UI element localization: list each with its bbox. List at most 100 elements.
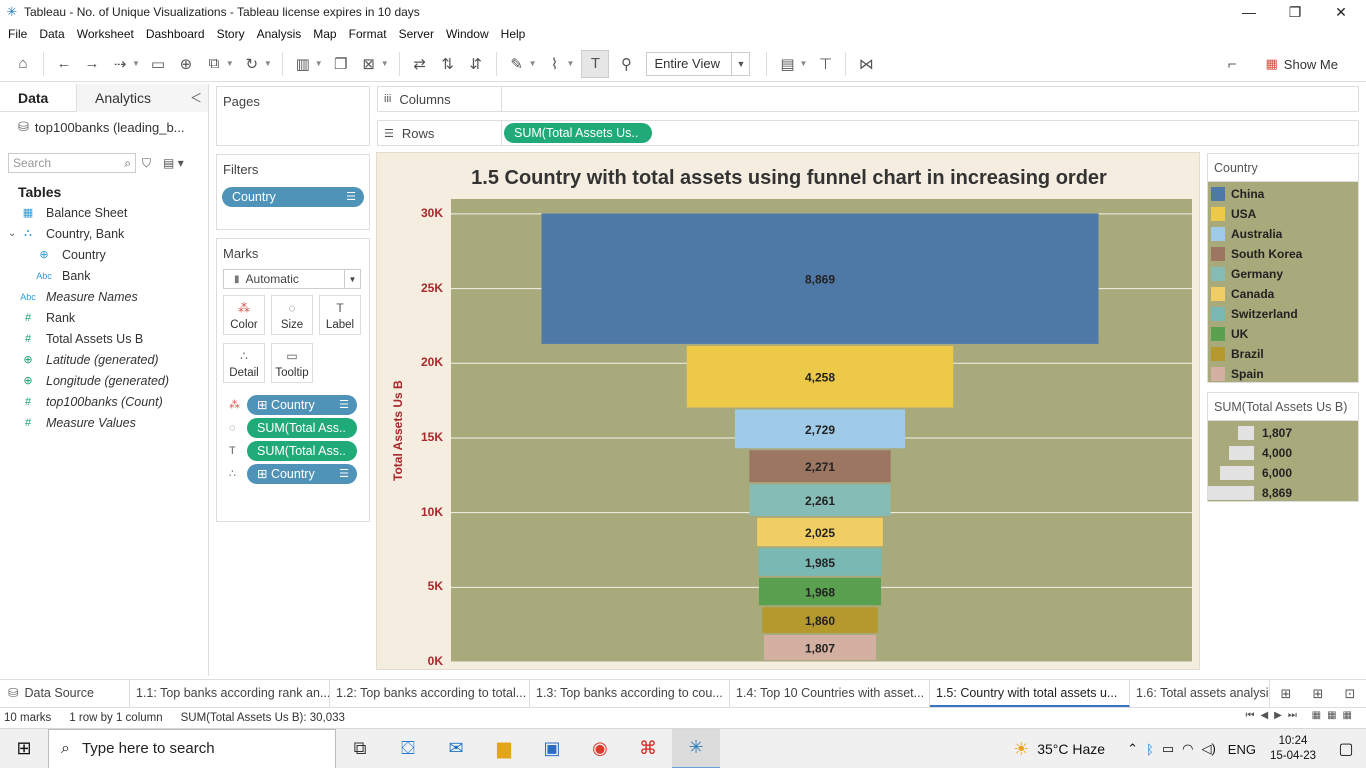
rows-shelf[interactable]: ☰ Rows SUM(Total Assets Us.. xyxy=(377,120,1359,146)
sheet-tab[interactable]: 1.2: Top banks according to total... xyxy=(330,680,530,707)
menu-story[interactable]: Story xyxy=(213,27,253,41)
duplicate-sheet-icon[interactable]: ❐ xyxy=(330,50,352,78)
label-button[interactable]: T Label xyxy=(319,295,361,335)
share-icon[interactable]: ⋈ xyxy=(855,50,877,78)
chevron-down-icon[interactable]: ▼ xyxy=(264,59,272,68)
chevron-down-icon[interactable]: ▼ xyxy=(132,59,140,68)
search-input[interactable]: Search ⌕ xyxy=(8,153,136,173)
chevron-down-icon[interactable]: ▼ xyxy=(567,59,575,68)
acrobat-icon[interactable]: ⌘ xyxy=(624,729,672,768)
save-icon[interactable]: ▭ xyxy=(147,50,169,78)
taskbar-search-input[interactable]: ⌕ Type here to search xyxy=(48,728,336,768)
field-item[interactable]: # Measure Values xyxy=(0,412,208,433)
menu-window[interactable]: Window xyxy=(442,27,497,41)
pause-updates-icon[interactable]: ⧉ xyxy=(203,50,225,78)
tab-data-source[interactable]: ⛁ Data Source xyxy=(0,680,130,707)
chevron-up-icon[interactable]: ⌃ xyxy=(1127,741,1138,757)
show-cards-icon[interactable]: ▤ xyxy=(776,50,798,78)
clock[interactable]: 10:24 15-04-23 xyxy=(1270,734,1316,764)
new-dashboard-icon[interactable]: ⊞ xyxy=(1302,686,1334,702)
menu-file[interactable]: File xyxy=(4,27,35,41)
sheet-tab[interactable]: 1.3: Top banks according to cou... xyxy=(530,680,730,707)
photoshop-icon[interactable]: ▣ xyxy=(528,729,576,768)
fix-axes-icon[interactable]: ⚲ xyxy=(615,50,637,78)
legend-item[interactable]: Germany xyxy=(1208,264,1358,284)
legend-item[interactable]: Canada xyxy=(1208,284,1358,304)
group-icon[interactable]: ⌇ xyxy=(544,50,566,78)
tab-data[interactable]: Data xyxy=(0,84,77,112)
field-item[interactable]: # Total Assets Us B xyxy=(0,328,208,349)
mail-icon[interactable]: ✉ xyxy=(432,729,480,768)
chevron-down-icon[interactable]: ▼ xyxy=(731,52,749,75)
sheet-navigation-icon[interactable]: ⏮◀▶⏭ ▦▦▦ xyxy=(1245,710,1358,721)
store-icon[interactable]: ⛋ xyxy=(384,729,432,768)
tab-analytics[interactable]: Analytics xyxy=(77,84,208,112)
task-view-icon[interactable]: ⧉ xyxy=(336,729,384,768)
show-labels-icon[interactable]: T xyxy=(581,49,610,78)
tableau-icon[interactable]: ✳ xyxy=(672,728,720,768)
minimize-button[interactable]: — xyxy=(1226,0,1272,24)
refresh-icon[interactable]: ↻ xyxy=(241,50,263,78)
funnel-chart[interactable]: 1,807 1,860 1,968 1,985 2,025 2,261 2,271 2,729… xyxy=(451,199,1192,662)
file-explorer-icon[interactable]: ▆ xyxy=(480,729,528,768)
sheet-tab[interactable]: 1.4: Top 10 Countries with asset... xyxy=(730,680,930,707)
menu-data[interactable]: Data xyxy=(35,27,72,41)
field-item[interactable]: ⊕ Latitude (generated) xyxy=(0,349,208,370)
bluetooth-icon[interactable]: ᛒ xyxy=(1146,742,1154,757)
color-button[interactable]: ⁂ Color xyxy=(223,295,265,335)
sort-ascending-icon[interactable]: ⇅ xyxy=(437,50,459,78)
home-icon[interactable]: ⌂ xyxy=(12,50,34,78)
weather-widget[interactable]: ☀ 35°C Haze xyxy=(1013,739,1105,760)
swap-axes-icon[interactable]: ⇄ xyxy=(409,50,431,78)
menu-analysis[interactable]: Analysis xyxy=(253,27,310,41)
menu-worksheet[interactable]: Worksheet xyxy=(73,27,142,41)
field-item[interactable]: # top100banks (Count) xyxy=(0,391,208,412)
size-button[interactable]: ◌ Size xyxy=(271,295,313,335)
detail-button[interactable]: ∴ Detail xyxy=(223,343,265,383)
new-story-icon[interactable]: ⊡ xyxy=(1334,686,1366,702)
sheet-tab[interactable]: 1.1: Top banks according rank an... xyxy=(130,680,330,707)
chevron-down-icon[interactable]: ▼ xyxy=(344,270,360,288)
legend-item[interactable]: China xyxy=(1208,184,1358,204)
maximize-button[interactable]: ❐ xyxy=(1272,0,1318,24)
battery-icon[interactable]: ▭ xyxy=(1162,741,1174,757)
sheet-tab[interactable]: 1.5: Country with total assets u... xyxy=(930,680,1130,707)
marks-pill[interactable]: ⊞ Country ☰ xyxy=(247,463,357,484)
field-item[interactable]: Abc Bank xyxy=(0,265,208,286)
field-item[interactable]: ▦ Balance Sheet xyxy=(0,202,208,223)
legend-item[interactable]: South Korea xyxy=(1208,244,1358,264)
highlight-icon[interactable]: ✎ xyxy=(506,50,528,78)
legend-item[interactable]: Switzerland xyxy=(1208,304,1358,324)
language-indicator[interactable]: ENG xyxy=(1228,742,1256,757)
fit-select[interactable]: Entire View ▼ xyxy=(646,51,751,76)
marks-pill[interactable]: SUM(Total Ass.. xyxy=(247,417,357,438)
redo-icon[interactable]: → xyxy=(81,50,103,78)
field-item[interactable]: ⌄ ⛬ Country, Bank xyxy=(0,223,208,244)
close-button[interactable]: ✕ xyxy=(1318,0,1364,24)
chrome-icon[interactable]: ◉ xyxy=(576,729,624,768)
collapse-pane-icon[interactable]: ＜ xyxy=(190,84,202,112)
filter-pill-country[interactable]: Country ☰ xyxy=(222,187,364,207)
field-item[interactable]: Abc Measure Names xyxy=(0,286,208,307)
new-worksheet-icon[interactable]: ▥ xyxy=(292,50,314,78)
view-options-icon[interactable]: ▤ ▾ xyxy=(163,156,184,170)
datasource-item[interactable]: ⛁ top100banks (leading_b... xyxy=(0,114,208,140)
clear-sheet-icon[interactable]: ⊠ xyxy=(358,50,380,78)
columns-shelf[interactable]: iii Columns xyxy=(377,86,1359,112)
chevron-down-icon[interactable]: ▼ xyxy=(381,59,389,68)
menu-map[interactable]: Map xyxy=(309,27,344,41)
wifi-icon[interactable]: ◠ xyxy=(1182,741,1193,757)
plot-area[interactable]: 1,807 1,860 1,968 1,985 2,025 2,261 2,271 2,729… xyxy=(451,199,1192,662)
legend-item[interactable]: UK xyxy=(1208,324,1358,344)
marks-pill[interactable]: ⊞ Country ☰ xyxy=(247,394,357,415)
marks-pill[interactable]: SUM(Total Ass.. xyxy=(247,440,357,461)
show-me-button[interactable]: ▦ Show Me xyxy=(1266,52,1339,76)
legend-item[interactable]: USA xyxy=(1208,204,1358,224)
pages-card[interactable]: Pages xyxy=(216,86,370,146)
filter-icon[interactable]: ⛉ xyxy=(142,156,151,171)
notifications-icon[interactable]: ▢ xyxy=(1326,739,1366,759)
filters-card[interactable]: Filters Country ☰ xyxy=(216,154,370,230)
tooltip-button[interactable]: ▭ Tooltip xyxy=(271,343,313,383)
field-item[interactable]: # Rank xyxy=(0,307,208,328)
new-datasource-icon[interactable]: ⊕ xyxy=(175,50,197,78)
